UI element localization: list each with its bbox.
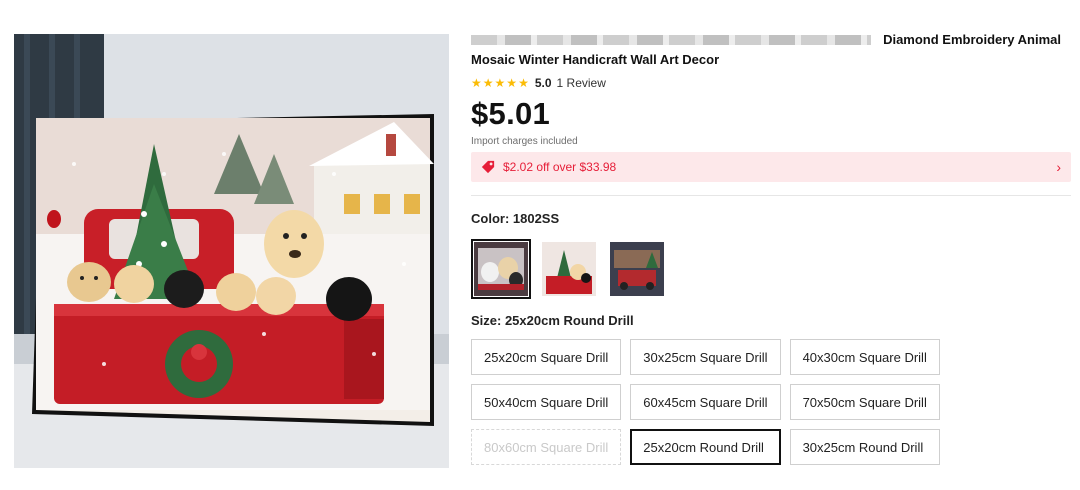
size-option-25x20-round[interactable]: 25x20cm Round Drill <box>630 429 781 465</box>
coupon-banner[interactable]: $2.02 off over $33.98 › <box>471 152 1071 182</box>
size-option-80x60-square[interactable]: 80x60cm Square Drill <box>471 429 622 465</box>
star-icon: ★ <box>494 76 506 90</box>
import-charges-note: Import charges included <box>471 136 578 147</box>
review-count-link[interactable]: 1 Review <box>557 76 606 90</box>
star-icon: ★ <box>518 76 529 90</box>
size-option-30x25-square[interactable]: 30x25cm Square Drill <box>630 339 781 375</box>
divider <box>471 195 1071 196</box>
size-label: Size: 25x20cm Round Drill <box>471 313 634 328</box>
size-options: 25x20cm Square Drill 30x25cm Square Dril… <box>471 339 1071 465</box>
color-swatches <box>471 239 1071 299</box>
product-price: $5.01 <box>471 96 551 131</box>
color-swatch-3[interactable] <box>607 239 667 299</box>
star-rating: ★ ★ ★ ★ ★ <box>471 77 529 89</box>
size-option-70x50-square[interactable]: 70x50cm Square Drill <box>789 384 940 420</box>
star-icon: ★ <box>471 76 482 90</box>
product-title-line2: Mosaic Winter Handicraft Wall Art Decor <box>471 52 720 67</box>
color-swatch-1[interactable] <box>471 239 531 299</box>
coupon-text: $2.02 off over $33.98 <box>503 160 617 174</box>
product-title: Diamond Embroidery Animal Mosaic Winter … <box>471 30 1071 70</box>
size-option-25x20-square[interactable]: 25x20cm Square Drill <box>471 339 622 375</box>
blurred-title-text <box>471 35 871 45</box>
product-main-image[interactable] <box>14 34 449 468</box>
swatch-thumbnail <box>474 242 528 296</box>
rating-row[interactable]: ★ ★ ★ ★ ★ 5.0 1 Review <box>471 74 1071 92</box>
tag-icon <box>481 160 495 174</box>
star-icon: ★ <box>482 76 494 90</box>
size-option-50x40-square[interactable]: 50x40cm Square Drill <box>471 384 622 420</box>
swatch-thumbnail <box>610 242 664 296</box>
color-label: Color: 1802SS <box>471 211 560 226</box>
size-option-30x25-round[interactable]: 30x25cm Round Drill <box>789 429 940 465</box>
color-swatch-2[interactable] <box>539 239 599 299</box>
size-option-40x30-square[interactable]: 40x30cm Square Drill <box>789 339 940 375</box>
size-option-60x45-square[interactable]: 60x45cm Square Drill <box>630 384 781 420</box>
product-photo <box>14 34 449 468</box>
star-icon: ★ <box>506 76 518 90</box>
chevron-right-icon: › <box>1056 159 1061 175</box>
swatch-thumbnail <box>542 242 596 296</box>
product-info-panel: Diamond Embroidery Animal Mosaic Winter … <box>471 30 1071 465</box>
rating-value: 5.0 <box>534 76 552 90</box>
